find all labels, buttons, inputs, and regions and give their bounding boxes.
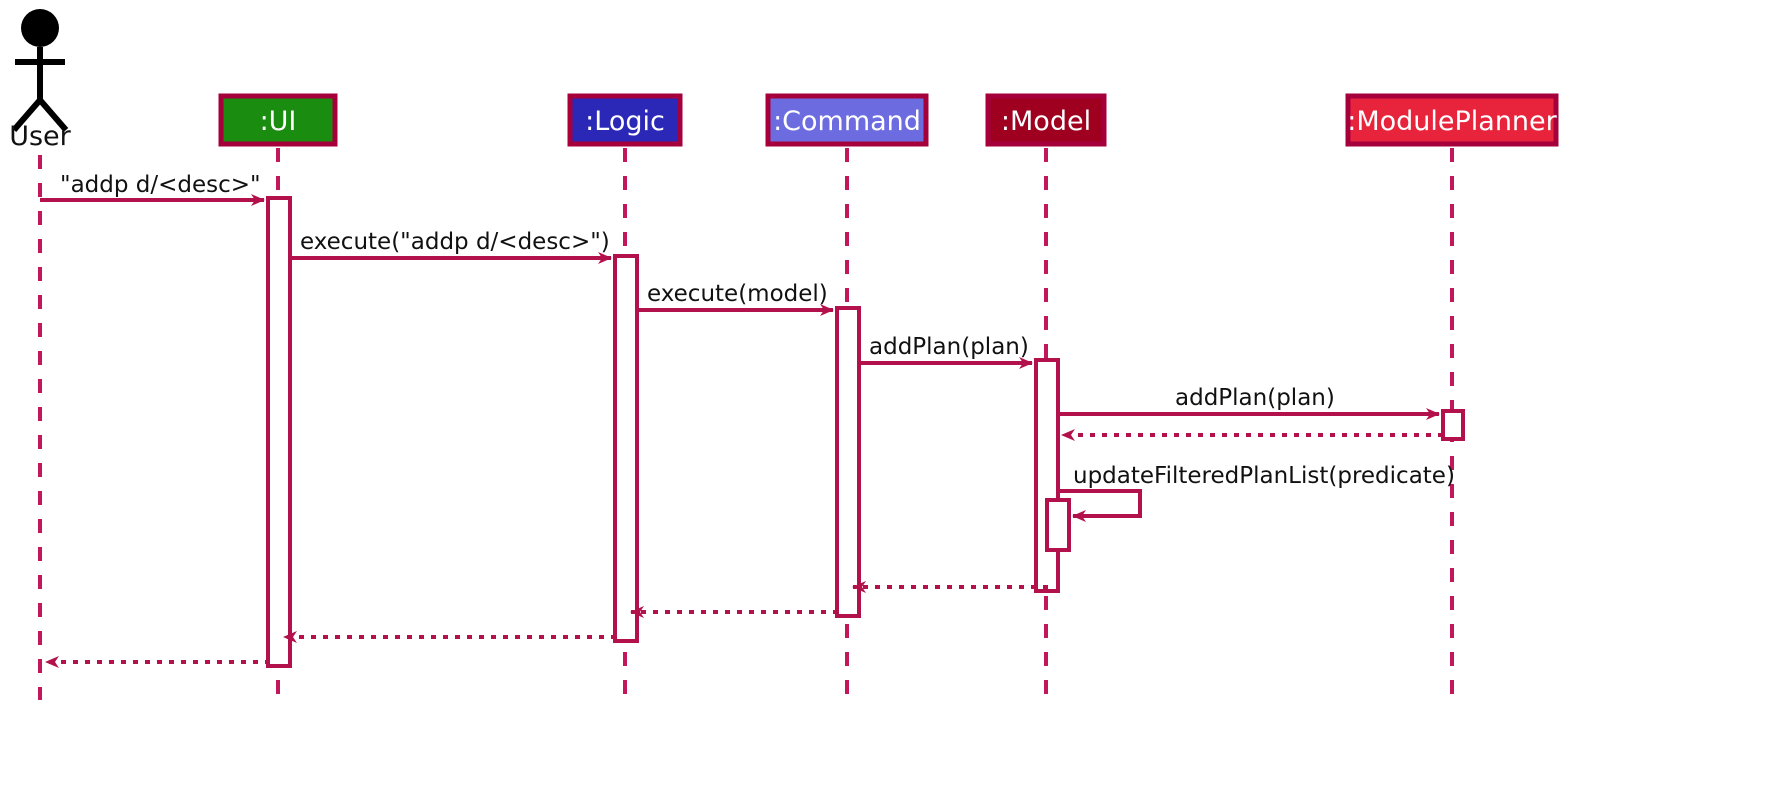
- actor-label: User: [9, 121, 71, 152]
- activation-bar-model-self[interactable]: [1045, 498, 1071, 552]
- message-addplan-model[interactable]: addPlan(plan): [859, 334, 1033, 369]
- activation-bar-command[interactable]: [835, 306, 861, 618]
- sequence-diagram-svg: User :UI :Logic :Command :Model:ModuleP…: [9, 9, 1559, 700]
- participant-model[interactable]: :Model: [985, 93, 1107, 147]
- participant-moduleplanner[interactable]: :ModulePlanner: [1345, 93, 1559, 147]
- message-addplan-moduleplanner[interactable]: addPlan(plan): [1058, 385, 1440, 420]
- participant-label-model: :Model: [1001, 106, 1091, 137]
- participant-label-logic: :Logic: [585, 106, 665, 137]
- message-label-2: execute("addp d/<desc>"): [300, 229, 610, 255]
- message-self-updatefilteredplanlist[interactable]: updateFilteredPlanList(predicate): [1058, 463, 1455, 522]
- lifelines-group: [38, 148, 1454, 700]
- actor-head-icon: [21, 9, 59, 47]
- participant-label-command: :Command: [773, 106, 921, 137]
- message-label-7: updateFilteredPlanList(predicate): [1073, 463, 1455, 489]
- participant-command[interactable]: :Command: [765, 93, 929, 147]
- activation-bar-logic[interactable]: [613, 254, 639, 643]
- participant-label-ui: :UI: [260, 106, 297, 137]
- participant-logic[interactable]: :Logic: [567, 93, 683, 147]
- message-label-3: execute(model): [647, 281, 828, 307]
- message-execute-model[interactable]: execute(model): [637, 281, 834, 316]
- sequence-diagram-canvas: User :UI :Logic :Command :Model:ModuleP…: [0, 0, 1767, 797]
- participant-label-moduleplanner: :ModulePlanner: [1347, 106, 1557, 137]
- actor-user[interactable]: User: [9, 9, 72, 152]
- message-addp-command[interactable]: "addp d/<desc>": [40, 172, 265, 206]
- participant-ui[interactable]: :UI: [218, 93, 338, 147]
- activation-bar-ui[interactable]: [266, 196, 292, 668]
- activation-bar-moduleplanner[interactable]: [1441, 409, 1465, 441]
- message-label-5: addPlan(plan): [1175, 385, 1335, 411]
- message-label-4: addPlan(plan): [869, 334, 1029, 360]
- activation-bar-model[interactable]: [1034, 358, 1060, 593]
- activation-bars-group: [266, 196, 1465, 668]
- message-execute-input[interactable]: execute("addp d/<desc>"): [290, 229, 612, 264]
- message-label-1: "addp d/<desc>": [60, 172, 261, 198]
